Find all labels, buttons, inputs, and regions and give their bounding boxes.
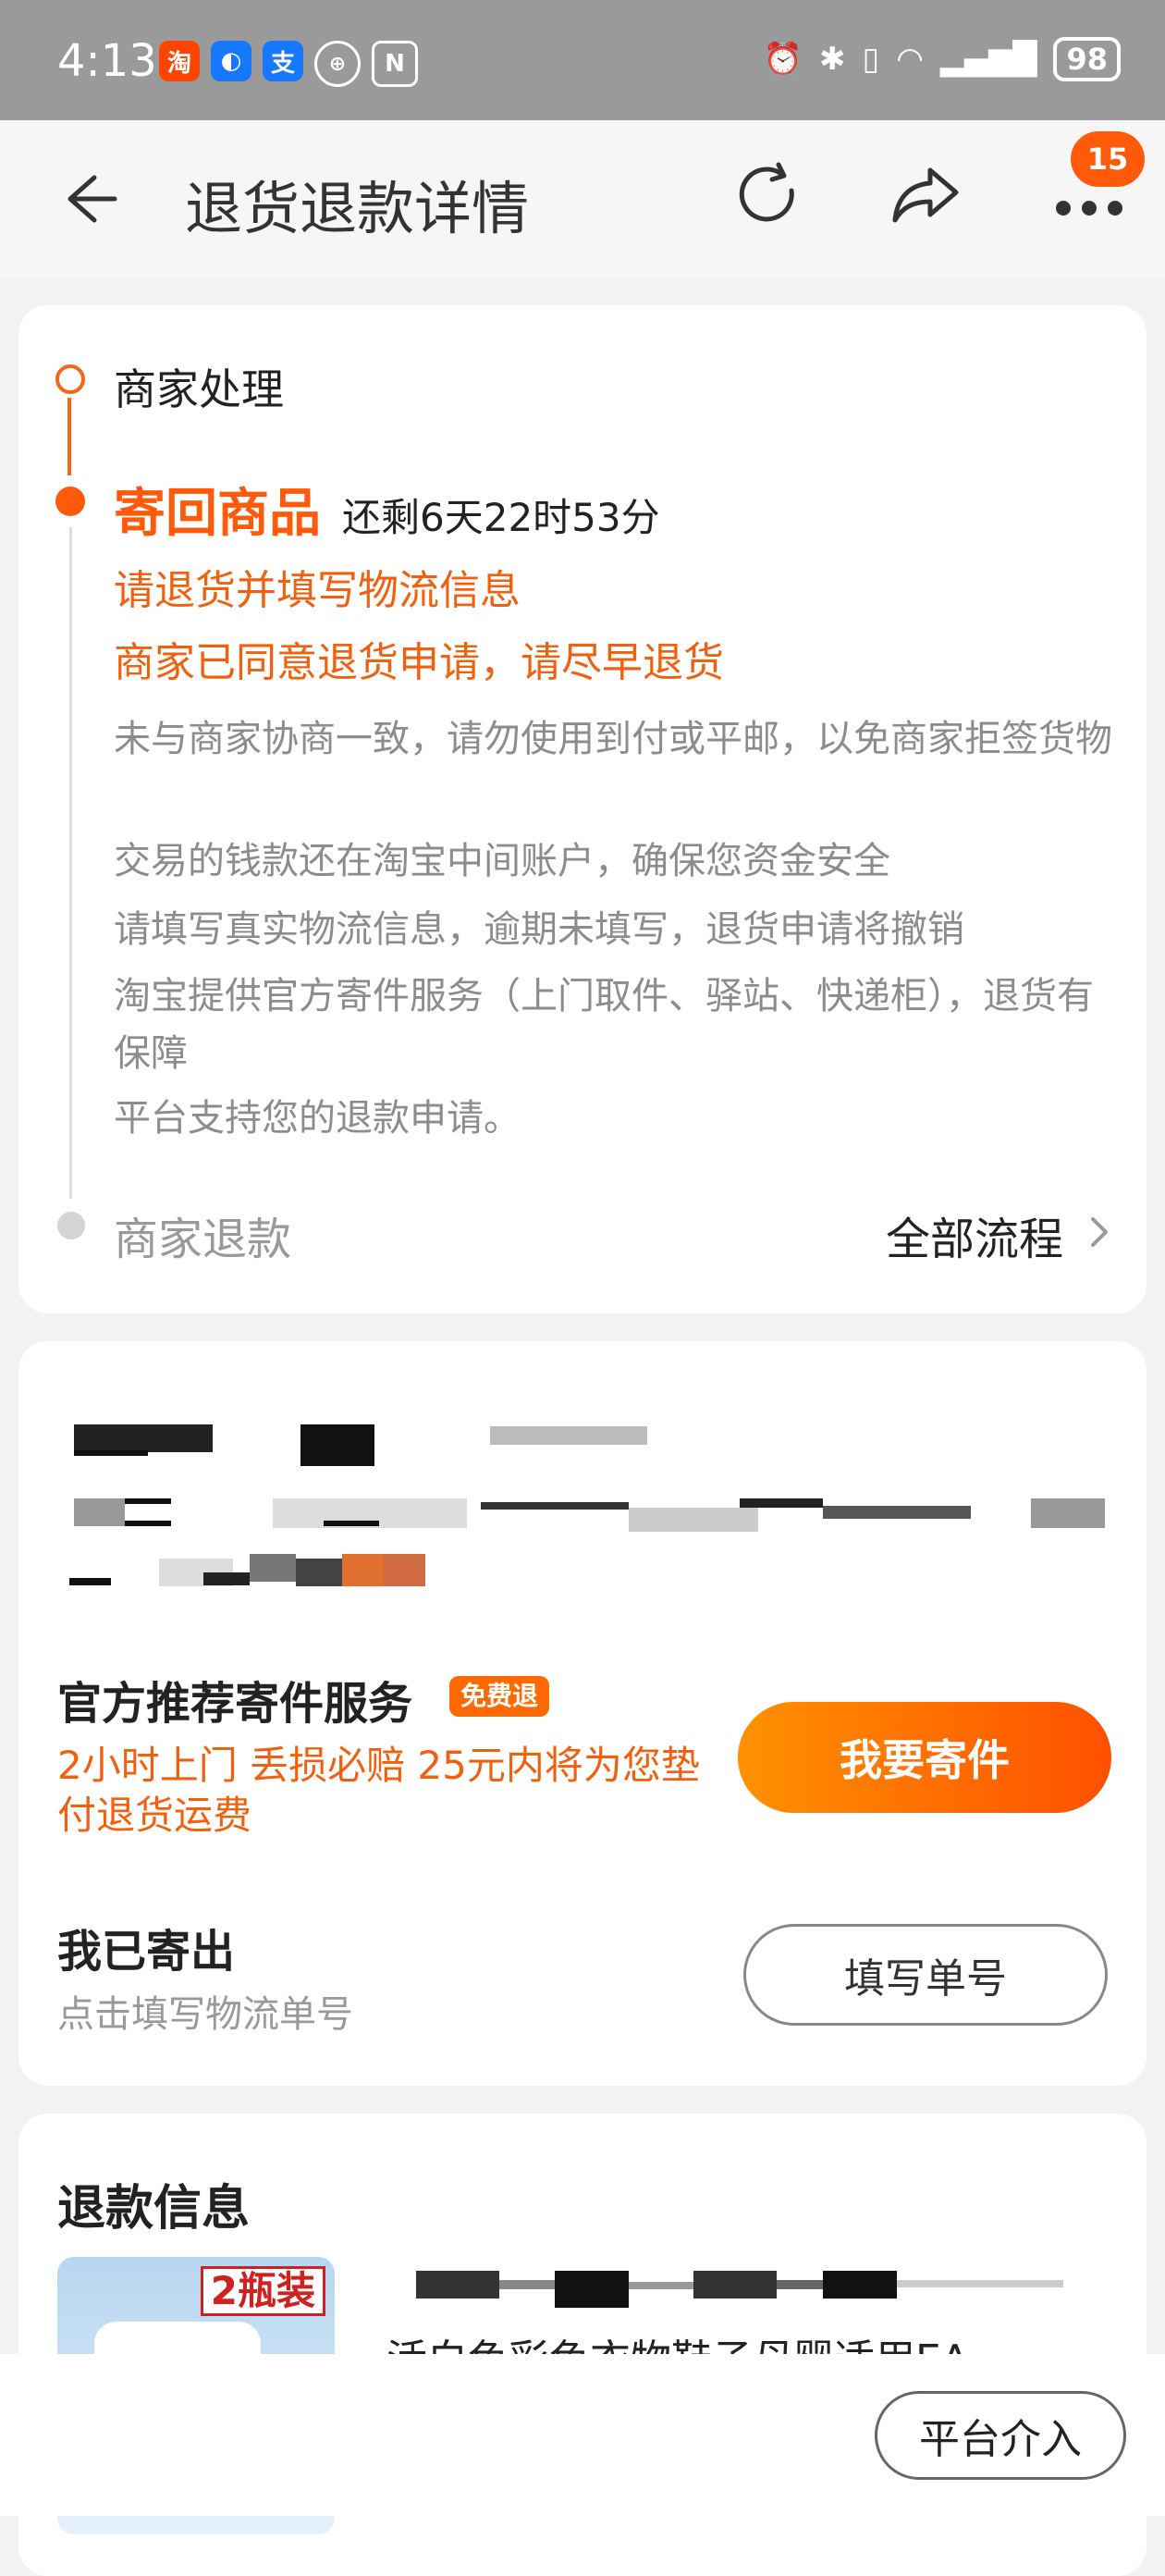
countdown-text: 还剩6天22时53分 (342, 495, 660, 540)
tip-platform-support: 平台支持您的退款申请。 (114, 1097, 521, 1140)
alarm-icon: ⏰ (763, 41, 803, 78)
step-return-goods: 寄回商品 (114, 484, 321, 544)
header-bar: 退货退款详情 15 (0, 120, 1165, 277)
alipay-icon: 支 (263, 41, 303, 81)
redacted-product-title (416, 2271, 1063, 2308)
timeline-dot-done (55, 364, 85, 394)
service-description: 2小时上门 丢损必赔 25元内将为您垫付退货运费 (57, 1743, 700, 1838)
status-time: 4:13 (57, 35, 157, 87)
tip-no-cod: 未与商家协商一致，请勿使用到付或平邮，以免商家拒签货物 (114, 718, 1112, 760)
page-title: 退货退款详情 (185, 175, 530, 242)
all-flow-link[interactable]: 全部流程 (886, 1202, 1063, 1267)
fill-tracking-button[interactable]: 填写单号 (743, 1924, 1108, 2026)
back-arrow-icon[interactable] (57, 166, 122, 231)
timeline-dot-current (55, 487, 85, 516)
notice-fill-logistics: 请退货并填写物流信息 (114, 567, 521, 614)
app-blue-icon: ◐ (211, 41, 251, 81)
bluetooth-icon: ✱ (818, 41, 846, 78)
step-merchant-refund: 商家退款 (114, 1214, 292, 1265)
timeline-dot-pending (57, 1212, 85, 1239)
service-title: 官方推荐寄件服务 (57, 1678, 413, 1730)
message-count-badge: 15 (1071, 131, 1145, 187)
tip-real-logistics: 请填写真实物流信息，逾期未填写，退货申请将撤销 (114, 908, 964, 951)
notice-merchant-agreed: 商家已同意退货申请，请尽早退货 (114, 639, 724, 686)
nfc-icon: N (372, 41, 418, 87)
refresh-icon[interactable] (730, 157, 806, 233)
tip-official-service: 淘宝提供官方寄件服务（上门取件、驿站、快递柜），退货有保障 (114, 975, 1094, 1075)
app-circle-icon: ⊕ (314, 41, 361, 87)
timeline-line-done (67, 398, 71, 475)
progress-card: 商家处理 寄回商品 还剩6天22时53分 请退货并填写物流信息 商家已同意退货申… (18, 305, 1147, 1313)
tip-funds-safe: 交易的钱款还在淘宝中间账户，确保您资金安全 (114, 840, 890, 882)
already-sent-hint: 点击填写物流单号 (57, 1993, 353, 2036)
bottle-count-badge: 2瓶装 (200, 2266, 325, 2316)
signal-icon: ▂▄▆█ (939, 41, 1037, 78)
step-merchant-processing: 商家处理 (114, 364, 284, 414)
system-status: ⏰ ✱ ▯ ◠ ▂▄▆█ 98 (764, 37, 1121, 81)
already-sent-title: 我已寄出 (57, 1926, 236, 1978)
ship-now-button[interactable]: 我要寄件 (738, 1702, 1111, 1813)
wifi-icon: ◠ (896, 41, 924, 78)
free-return-badge: 免费退 (449, 1676, 550, 1717)
share-icon[interactable] (888, 157, 963, 233)
bottom-action-bar: 平台介入 (0, 2354, 1165, 2516)
shipping-card: 官方推荐寄件服务 免费退 2小时上门 丢损必赔 25元内将为您垫付退货运费 我要… (18, 1341, 1147, 2086)
vibrate-icon: ▯ (862, 41, 880, 78)
redacted-address-block (69, 1424, 1105, 1586)
notification-icons: 淘 ◐ 支 ⊕ N (159, 41, 418, 87)
battery-icon: 98 (1053, 37, 1121, 81)
platform-intervene-button[interactable]: 平台介入 (875, 2391, 1126, 2480)
taobao-icon: 淘 (159, 41, 200, 81)
timeline-line-pending (69, 527, 72, 1199)
chevron-right-icon[interactable] (1085, 1214, 1113, 1251)
status-bar: 4:13 淘 ◐ 支 ⊕ N ⏰ ✱ ▯ ◠ ▂▄▆█ 98 (0, 0, 1165, 120)
refund-info-title: 退款信息 (57, 2181, 251, 2237)
